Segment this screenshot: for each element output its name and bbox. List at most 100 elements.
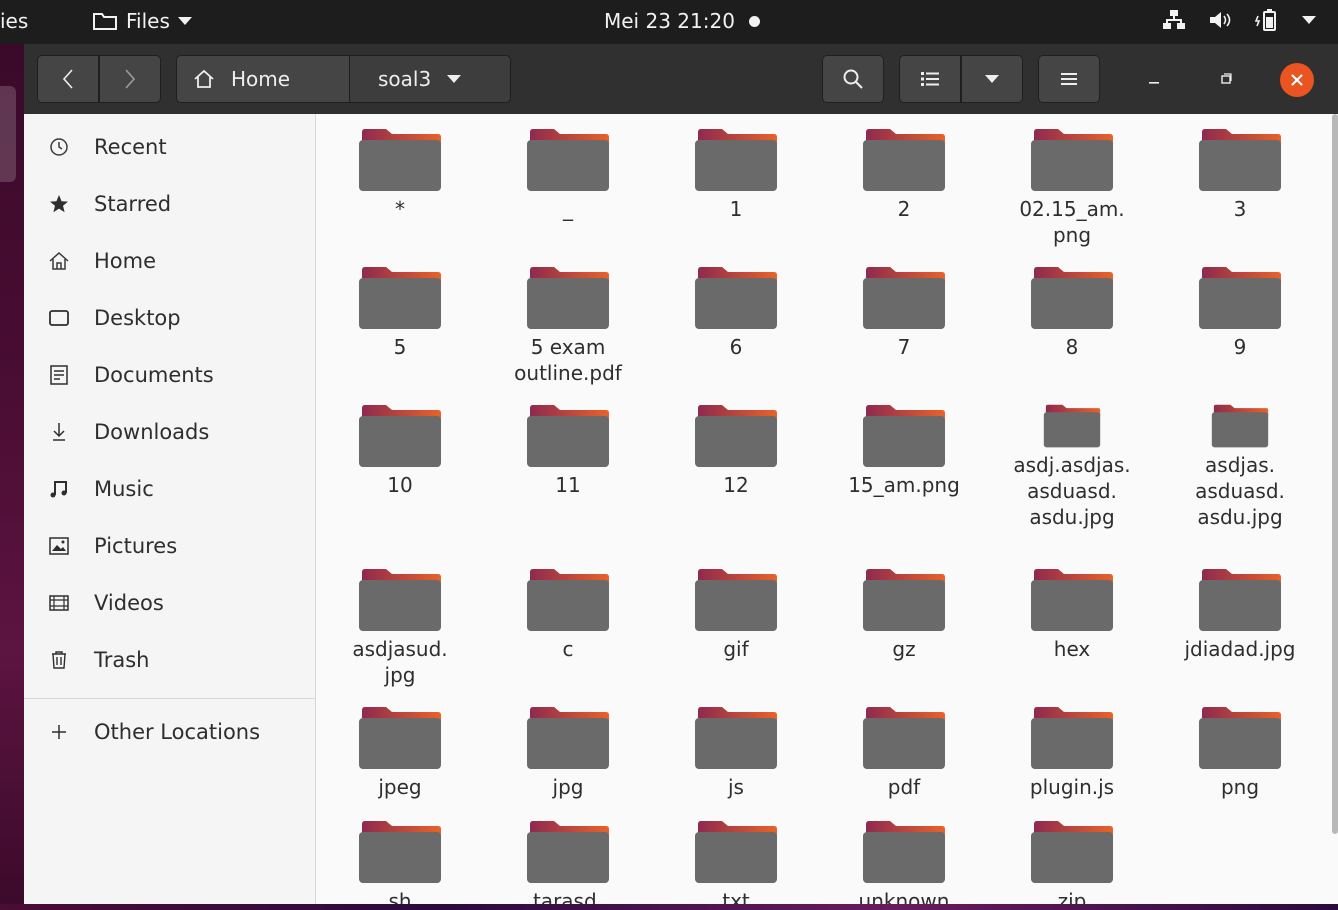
file-item[interactable]: 11 [484, 390, 652, 530]
folder-icon [359, 707, 441, 769]
home-icon [194, 69, 214, 88]
download-icon [53, 423, 65, 441]
file-item[interactable]: sh [316, 806, 484, 904]
folder-icon [1031, 569, 1113, 631]
sidebar-item-documents[interactable]: Documents [24, 351, 315, 399]
file-item[interactable]: 10 [316, 390, 484, 530]
activities-button[interactable]: ies [0, 9, 28, 33]
folder-icon [1043, 404, 1101, 448]
list-view-icon [921, 72, 939, 86]
back-button[interactable] [37, 55, 99, 103]
sidebar-item-desktop[interactable]: Desktop [24, 294, 315, 342]
file-name: 6 [729, 335, 743, 359]
clock-label: Mei 23 21:20 [604, 9, 735, 33]
file-item[interactable]: asdjasud. jpg [316, 554, 484, 694]
folder-icon [1211, 404, 1269, 448]
folder-icon [1031, 129, 1113, 191]
file-name: txt [722, 889, 750, 904]
sidebar-item-downloads[interactable]: Downloads [24, 408, 315, 456]
desktop-wallpaper [0, 44, 24, 910]
file-item[interactable]: 9 [1156, 252, 1324, 392]
trash-icon [52, 651, 66, 669]
file-name: jpg [552, 775, 584, 799]
sidebar-item-recent[interactable]: Recent [24, 123, 315, 171]
app-menu[interactable]: Files [92, 9, 192, 33]
file-item[interactable]: asdj.asdjas. asduasd. asdu.jpg [988, 390, 1156, 530]
file-item[interactable]: 5 exam outline.pdf [484, 252, 652, 392]
file-item[interactable]: png [1156, 692, 1324, 832]
file-item[interactable]: 5 [316, 252, 484, 392]
minimize-icon [1149, 82, 1159, 84]
sidebar-item-label: Music [94, 477, 154, 501]
file-item[interactable]: 8 [988, 252, 1156, 392]
file-item[interactable]: 2 [820, 114, 988, 254]
folder-icon [359, 569, 441, 631]
file-item[interactable]: 7 [820, 252, 988, 392]
forward-button[interactable] [99, 55, 161, 103]
file-item[interactable]: jdiadad.jpg [1156, 554, 1324, 694]
view-options-button[interactable] [961, 55, 1023, 103]
network-icon [1163, 10, 1185, 29]
file-item[interactable]: * [316, 114, 484, 254]
view-list-button[interactable] [899, 55, 961, 103]
maximize-button[interactable] [1202, 55, 1250, 103]
file-item[interactable]: 12 [652, 390, 820, 530]
breadcrumb-current[interactable]: soal3 [349, 55, 511, 103]
sidebar-item-music[interactable]: Music [24, 465, 315, 513]
file-item[interactable]: gif [652, 554, 820, 694]
system-tray[interactable] [1162, 8, 1316, 32]
file-name: 11 [555, 473, 581, 497]
sidebar-item-trash[interactable]: Trash [24, 636, 315, 684]
file-item[interactable]: 15_am.png [820, 390, 988, 530]
search-button[interactable] [822, 55, 884, 103]
sidebar-item-label: Trash [94, 648, 150, 672]
breadcrumb-home[interactable]: Home [176, 55, 350, 103]
file-item[interactable]: 1 [652, 114, 820, 254]
sidebar-item-other-locations[interactable]: Other Locations [24, 708, 315, 756]
file-item[interactable]: 6 [652, 252, 820, 392]
chevron-down-icon [1302, 16, 1316, 24]
file-name: tarasd. [532, 889, 604, 904]
folder-icon [695, 405, 777, 467]
file-item[interactable]: 02.15_am. png [988, 114, 1156, 254]
star-icon [50, 195, 68, 213]
folder-icon [1199, 707, 1281, 769]
file-name: sh [388, 889, 412, 904]
file-name: 10 [387, 473, 413, 497]
folder-icon [359, 129, 441, 191]
file-item[interactable]: gz [820, 554, 988, 694]
file-name: jpeg [378, 775, 422, 799]
file-item[interactable]: tarasd. [484, 806, 652, 904]
sidebar-item-home[interactable]: Home [24, 237, 315, 285]
file-name: pdf [887, 775, 921, 799]
file-name: 2 [897, 197, 911, 221]
file-grid: * _ 1 2 02.15_am. png 3 5 5 exam outline.pdf 6 7 8… [316, 114, 1338, 904]
sidebar-item-pictures[interactable]: Pictures [24, 522, 315, 570]
folder-icon [359, 267, 441, 329]
file-item[interactable]: txt [652, 806, 820, 904]
scrollbar[interactable] [1332, 114, 1338, 834]
sidebar-item-starred[interactable]: Starred [24, 180, 315, 228]
file-item[interactable]: zip [988, 806, 1156, 904]
close-button[interactable] [1280, 63, 1314, 97]
file-item[interactable]: c [484, 554, 652, 694]
file-item[interactable]: _ [484, 114, 652, 254]
dock-highlight [0, 86, 16, 182]
file-name: 15_am.png [848, 473, 960, 497]
top-panel: ies Files Mei 23 21:20 [0, 0, 1338, 44]
folder-icon [863, 569, 945, 631]
clock[interactable]: Mei 23 21:20 [604, 9, 760, 33]
file-name: 02.15_am. png [1019, 197, 1125, 247]
file-item[interactable]: 3 [1156, 114, 1324, 254]
file-name: unknown [858, 889, 950, 904]
file-item[interactable]: asdjas. asduasd. asdu.jpg [1156, 390, 1324, 530]
hamburger-menu-button[interactable] [1038, 55, 1100, 103]
sidebar-item-videos[interactable]: Videos [24, 579, 315, 627]
folder-icon [863, 405, 945, 467]
file-item[interactable]: unknown [820, 806, 988, 904]
folder-icon [863, 129, 945, 191]
file-name: 8 [1065, 335, 1079, 359]
file-item[interactable]: hex [988, 554, 1156, 694]
minimize-button[interactable] [1130, 55, 1178, 103]
app-menu-label: Files [126, 9, 170, 33]
